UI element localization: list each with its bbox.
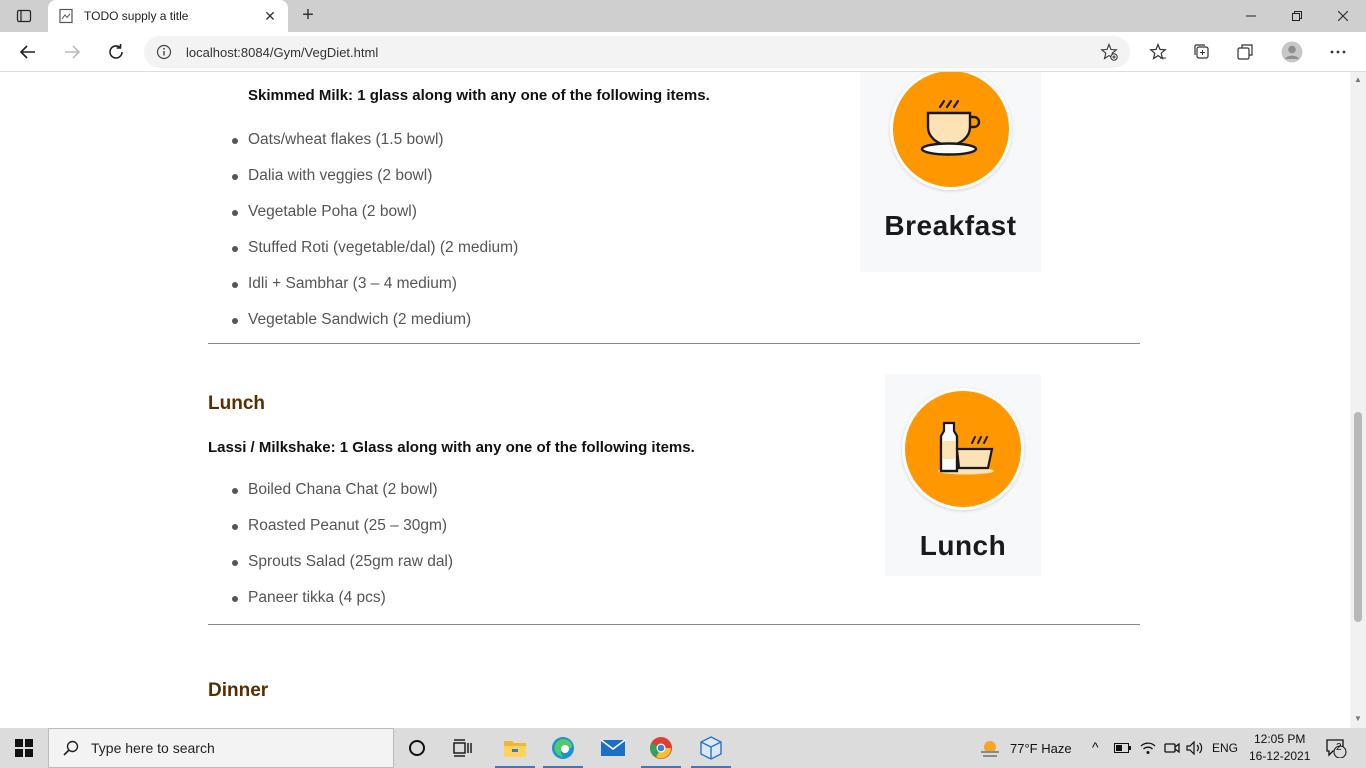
list-item: Vegetable Sandwich (2 medium) xyxy=(208,302,1140,338)
page-viewport: Skimmed Milk: 1 glass along with any one… xyxy=(0,72,1350,728)
browser-toolbar: localhost:8084/Gym/VegDiet.html xyxy=(0,32,1366,72)
taskbar-search[interactable]: Type here to search xyxy=(48,728,394,768)
notification-center-icon[interactable]: 2 xyxy=(1318,728,1354,768)
battery-icon[interactable] xyxy=(1110,728,1136,768)
chevron-up-icon[interactable]: ^ xyxy=(1092,739,1099,755)
tab-actions-icon[interactable] xyxy=(8,4,40,28)
site-info-icon[interactable] xyxy=(156,44,172,60)
dinner-section: Dinner xyxy=(208,679,1140,703)
list-item: Paneer tikka (4 pcs) xyxy=(208,580,1140,616)
lunch-card: Lunch xyxy=(885,374,1041,576)
collections-icon[interactable] xyxy=(1188,38,1216,66)
minimize-icon[interactable] xyxy=(1228,0,1274,32)
wifi-icon[interactable] xyxy=(1136,728,1160,768)
new-tab-icon[interactable]: + xyxy=(296,4,320,28)
url-text: localhost:8084/Gym/VegDiet.html xyxy=(186,44,379,60)
mail-icon[interactable] xyxy=(590,728,636,768)
edge-browser-icon[interactable] xyxy=(540,728,586,768)
address-bar[interactable]: localhost:8084/Gym/VegDiet.html xyxy=(144,36,1130,68)
breakfast-card-label: Breakfast xyxy=(884,210,1017,241)
app-cube-icon[interactable] xyxy=(688,728,734,768)
restore-icon[interactable] xyxy=(1274,0,1320,32)
tab-close-icon[interactable]: ✕ xyxy=(262,8,278,25)
milk-bottle-bowl-icon xyxy=(902,388,1024,510)
favorites-icon[interactable] xyxy=(1144,38,1172,66)
extensions-icon[interactable] xyxy=(1231,38,1259,66)
search-icon xyxy=(63,740,79,756)
file-explorer-icon[interactable] xyxy=(492,728,538,768)
back-icon[interactable] xyxy=(14,38,42,66)
volume-icon[interactable] xyxy=(1182,728,1208,768)
more-menu-icon[interactable] xyxy=(1324,38,1352,66)
page-favicon-icon xyxy=(59,8,73,24)
page-scrollbar[interactable]: ▲ ▼ xyxy=(1350,72,1366,728)
refresh-icon[interactable] xyxy=(102,38,130,66)
profile-avatar-icon[interactable] xyxy=(1278,38,1306,66)
add-favorite-icon[interactable] xyxy=(1100,43,1118,61)
windows-taskbar: Type here to search 77°F Haze ^ ENG 12:0… xyxy=(0,728,1366,768)
dinner-title: Dinner xyxy=(208,680,269,701)
close-window-icon[interactable] xyxy=(1320,0,1366,32)
chrome-icon[interactable] xyxy=(638,728,684,768)
scroll-up-icon[interactable]: ▲ xyxy=(1353,75,1363,85)
scroll-down-icon[interactable]: ▼ xyxy=(1353,714,1363,724)
clock-date[interactable]: 16-12-2021 xyxy=(1249,749,1310,763)
scroll-thumb[interactable] xyxy=(1354,412,1362,622)
cortana-icon[interactable] xyxy=(394,728,440,768)
section-divider xyxy=(208,343,1140,344)
search-placeholder: Type here to search xyxy=(91,740,215,756)
task-view-icon[interactable] xyxy=(440,728,486,768)
language-indicator[interactable]: ENG xyxy=(1212,741,1238,755)
clock-time[interactable]: 12:05 PM xyxy=(1254,732,1305,746)
weather-text[interactable]: 77°F Haze xyxy=(1010,741,1072,756)
coffee-cup-icon xyxy=(889,72,1012,190)
browser-tab[interactable]: TODO supply a title ✕ xyxy=(48,0,288,32)
browser-tab-bar: TODO supply a title ✕ + xyxy=(0,0,1366,32)
notification-count: 2 xyxy=(1336,742,1342,753)
tab-title: TODO supply a title xyxy=(84,9,189,23)
section-divider xyxy=(208,624,1140,625)
weather-haze-icon[interactable] xyxy=(968,728,1012,768)
lunch-card-label: Lunch xyxy=(919,530,1007,561)
windows-start-icon[interactable] xyxy=(0,728,48,768)
breakfast-card: Breakfast xyxy=(860,72,1041,272)
meet-now-icon[interactable] xyxy=(1160,728,1184,768)
forward-icon[interactable] xyxy=(58,38,86,66)
